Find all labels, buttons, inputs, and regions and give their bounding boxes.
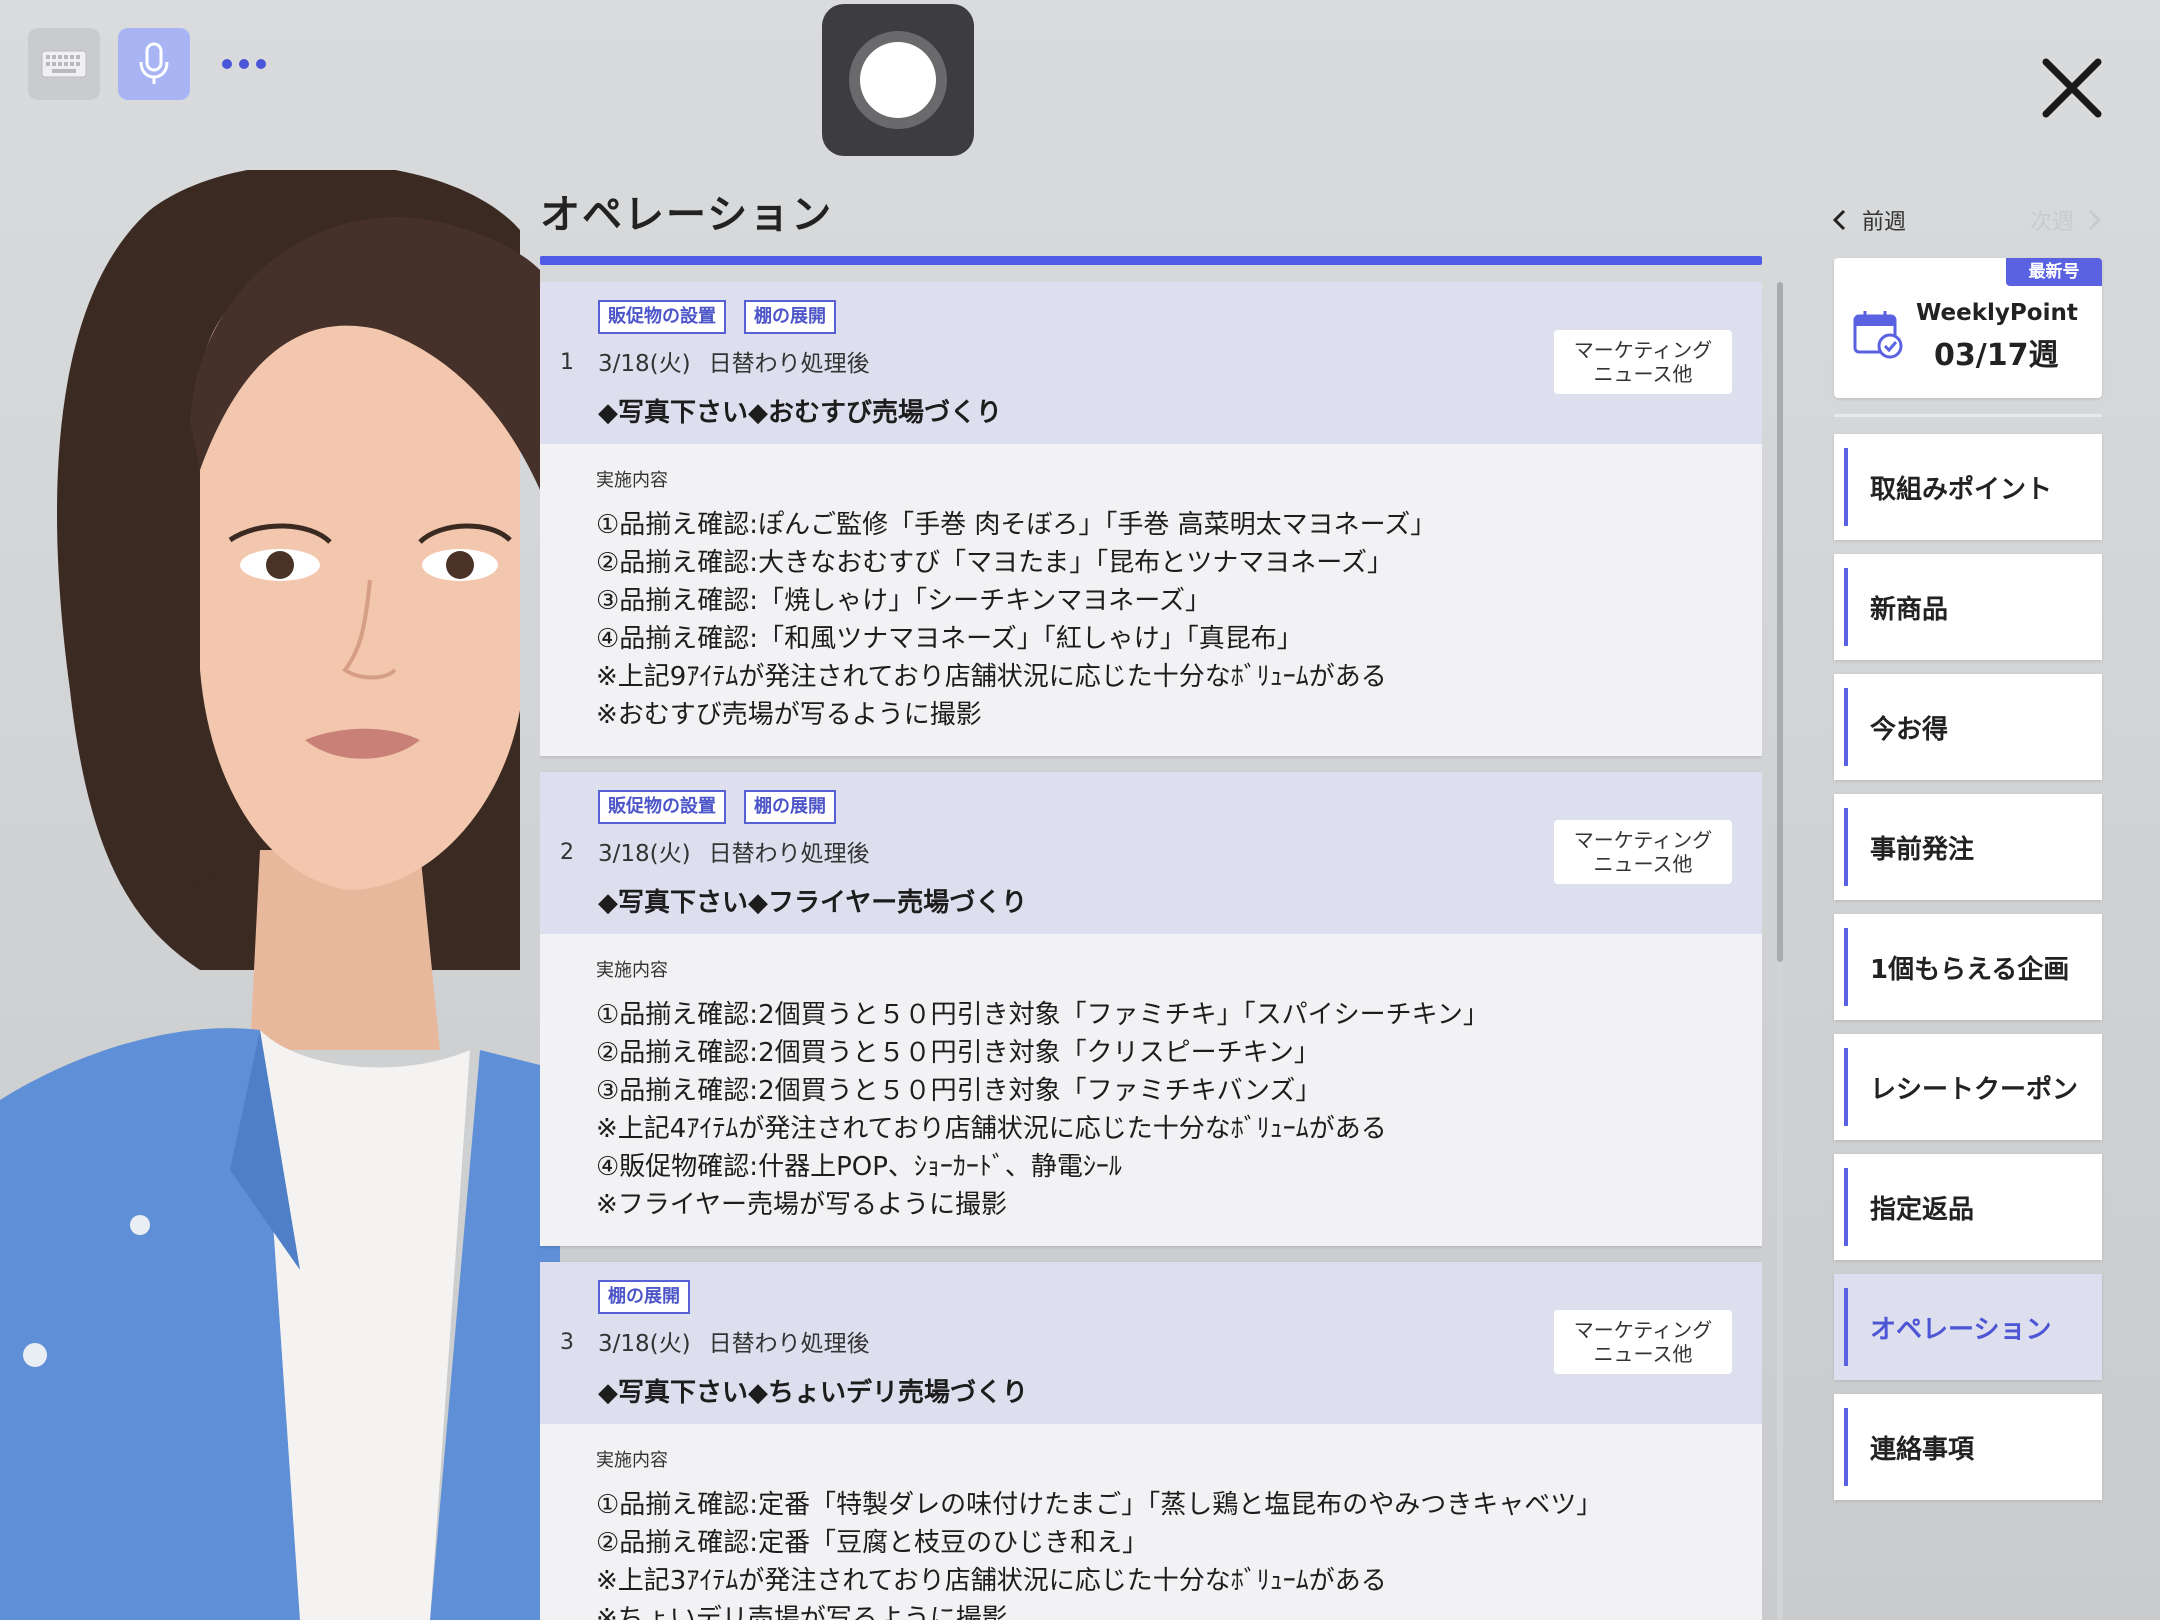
card-body: 実施内容 ①品揃え確認:ぽんご監修「手巻 肉そぼろ」「手巻 高菜明太マヨネーズ」… — [540, 444, 1762, 756]
body-line: ③品揃え確認:「焼しゃけ」「シーチキンマヨネーズ」 — [596, 586, 1211, 616]
microphone-button[interactable] — [118, 28, 190, 100]
weekly-point-title: WeeklyPoint — [1916, 300, 2078, 326]
card-number: 2 — [560, 840, 574, 865]
body-label: 実施内容 — [596, 1450, 668, 1471]
marketing-news-button[interactable]: マーケティング ニュース他 — [1554, 820, 1732, 884]
sidebar-item-deals[interactable]: 今お得 — [1834, 674, 2102, 780]
tag-badge: 販促物の設置 — [598, 790, 726, 824]
sidebar-item-operation[interactable]: オペレーション — [1834, 1274, 2102, 1380]
card-headline: ◆写真下さい◆おむすび売場づくり — [598, 398, 1002, 428]
prev-week-label: 前週 — [1862, 210, 1907, 235]
card-headline: ◆写真下さい◆フライヤー売場づくり — [598, 888, 1028, 918]
body-line: ※ちょいデリ売場が写るように撮影 — [596, 1604, 1008, 1620]
body-line: ③品揃え確認:2個買うと５０円引き対象「ファミチキバンズ」 — [596, 1076, 1322, 1106]
keyboard-button[interactable] — [28, 28, 100, 100]
next-week-button[interactable]: 次週 — [2030, 204, 2102, 236]
sidebar-item-receipt-coupon[interactable]: レシートクーポン — [1834, 1034, 2102, 1140]
operation-card[interactable]: 1 販促物の設置 棚の展開 3/18(火) 日替わり処理後 ◆写真下さい◆おむすび… — [540, 282, 1762, 756]
card-header: 3 棚の展開 3/18(火) 日替わり処理後 ◆写真下さい◆ちょいデリ売場づくり … — [540, 1262, 1762, 1424]
body-label: 実施内容 — [596, 960, 668, 981]
newest-badge: 最新号 — [2006, 258, 2102, 286]
card-number: 1 — [560, 350, 574, 375]
calendar-check-icon — [1853, 311, 1903, 359]
sidebar-item-pre-order[interactable]: 事前発注 — [1834, 794, 2102, 900]
body-line: ※フライヤー売場が写るように撮影 — [596, 1190, 1008, 1220]
body-line: ①品揃え確認:定番「特製ダレの味付けたまご」「蒸し鶏と塩昆布のやみつきキャベツ」 — [596, 1490, 1603, 1520]
tag-badge: 棚の展開 — [744, 300, 836, 334]
marketing-news-button[interactable]: マーケティング ニュース他 — [1554, 330, 1732, 394]
body-line: ①品揃え確認:2個買うと５０円引き対象「ファミチキ」「スパイシーチキン」 — [596, 1000, 1489, 1030]
record-button[interactable] — [822, 4, 974, 156]
title-underline — [540, 256, 1762, 265]
keyboard-icon — [41, 50, 87, 78]
body-line: ④販促物確認:什器上POP、ｼｮｰｶｰﾄﾞ、静電ｼｰﾙ — [596, 1152, 1122, 1182]
tag-badge: 棚の展開 — [598, 1280, 690, 1314]
body-line: ②品揃え確認:2個買うと５０円引き対象「クリスピーチキン」 — [596, 1038, 1320, 1068]
microphone-icon — [139, 42, 169, 84]
card-headline: ◆写真下さい◆ちょいデリ売場づくり — [598, 1378, 1028, 1408]
body-line: ②品揃え確認:大きなおむすび「マヨたま」「昆布とツナマヨネーズ」 — [596, 548, 1393, 578]
weekly-point-card[interactable]: 最新号 WeeklyPoint 03/17週 — [1834, 258, 2102, 398]
body-line: ※上記3ｱｲﾃﾑが発注されており店舗状況に応じた十分なﾎﾞﾘｭｰﾑがある — [596, 1566, 1387, 1596]
tag-badge: 棚の展開 — [744, 790, 836, 824]
operation-list[interactable]: 1 販促物の設置 棚の展開 3/18(火) 日替わり処理後 ◆写真下さい◆おむすび… — [540, 282, 1762, 1620]
operation-card[interactable]: 2 販促物の設置 棚の展開 3/18(火) 日替わり処理後 ◆写真下さい◆フライヤ… — [540, 772, 1762, 1246]
more-dots-icon — [222, 59, 266, 69]
card-header: 2 販促物の設置 棚の展開 3/18(火) 日替わり処理後 ◆写真下さい◆フライヤ… — [540, 772, 1762, 934]
card-body: 実施内容 ①品揃え確認:定番「特製ダレの味付けたまご」「蒸し鶏と塩昆布のやみつき… — [540, 1424, 1762, 1620]
sidebar-divider — [1834, 414, 2102, 417]
body-line: ※上記4ｱｲﾃﾑが発注されており店舗状況に応じた十分なﾎﾞﾘｭｰﾑがある — [596, 1114, 1387, 1144]
sidebar-menu: 取組みポイント 新商品 今お得 事前発注 1個もらえる企画 レシートクーポン 指… — [1834, 434, 2102, 1514]
week-navigation: 前週 次週 — [1832, 204, 2102, 238]
card-header: 1 販促物の設置 棚の展開 3/18(火) 日替わり処理後 ◆写真下さい◆おむすび… — [540, 282, 1762, 444]
page-title: オペレーション — [540, 192, 834, 238]
more-button[interactable] — [208, 28, 280, 100]
weekly-point-week: 03/17週 — [1934, 338, 2059, 373]
body-line: ※おむすび売場が写るように撮影 — [596, 700, 982, 730]
avatar — [0, 170, 560, 1620]
body-label: 実施内容 — [596, 470, 668, 491]
next-week-label: 次週 — [2029, 210, 2074, 235]
body-line: ②品揃え確認:定番「豆腐と枝豆のひじき和え」 — [596, 1528, 1149, 1558]
chevron-right-icon — [2088, 209, 2102, 231]
body-line: ①品揃え確認:ぽんご監修「手巻 肉そぼろ」「手巻 高菜明太マヨネーズ」 — [596, 510, 1437, 540]
body-line: ④品揃え確認:「和風ツナマヨネーズ」「紅しゃけ」「真昆布」 — [596, 624, 1303, 654]
sidebar-item-points[interactable]: 取組みポイント — [1834, 434, 2102, 540]
marketing-news-button[interactable]: マーケティング ニュース他 — [1554, 1310, 1732, 1374]
operation-card[interactable]: 3 棚の展開 3/18(火) 日替わり処理後 ◆写真下さい◆ちょいデリ売場づくり … — [540, 1262, 1762, 1620]
tag-badge: 販促物の設置 — [598, 300, 726, 334]
close-icon — [2042, 58, 2102, 118]
card-number: 3 — [560, 1330, 574, 1355]
sidebar-item-free-item[interactable]: 1個もらえる企画 — [1834, 914, 2102, 1020]
sidebar-item-notices[interactable]: 連絡事項 — [1834, 1394, 2102, 1500]
card-body: 実施内容 ①品揃え確認:2個買うと５０円引き対象「ファミチキ」「スパイシーチキン… — [540, 934, 1762, 1246]
close-button[interactable] — [2036, 52, 2108, 124]
sidebar-item-new-products[interactable]: 新商品 — [1834, 554, 2102, 660]
prev-week-button[interactable]: 前週 — [1832, 204, 1906, 236]
chevron-left-icon — [1832, 209, 1846, 231]
scrollbar-thumb[interactable] — [1777, 282, 1783, 962]
record-icon — [849, 31, 947, 129]
sidebar-item-returns[interactable]: 指定返品 — [1834, 1154, 2102, 1260]
body-line: ※上記9ｱｲﾃﾑが発注されており店舗状況に応じた十分なﾎﾞﾘｭｰﾑがある — [596, 662, 1387, 692]
